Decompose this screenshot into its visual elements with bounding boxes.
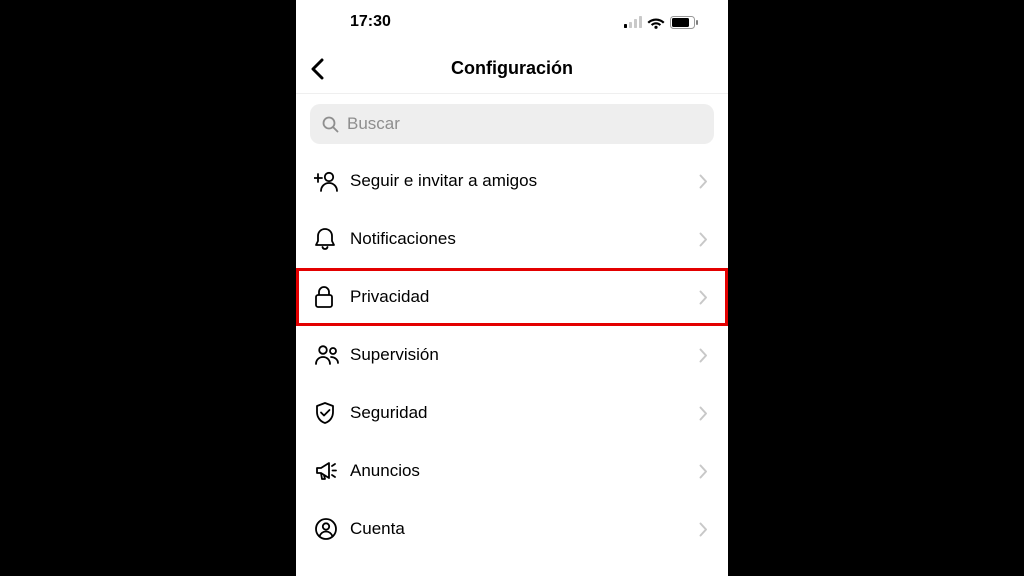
status-icons (624, 16, 698, 29)
status-time: 17:30 (350, 13, 391, 31)
shield-icon (314, 401, 350, 425)
chevron-left-icon (310, 58, 324, 80)
search-container: Buscar (296, 94, 728, 152)
battery-icon (670, 16, 698, 29)
search-placeholder: Buscar (347, 114, 400, 134)
list-item-account[interactable]: Cuenta (296, 500, 728, 558)
chevron-right-icon (699, 522, 708, 537)
list-item-label: Privacidad (350, 287, 699, 307)
megaphone-icon (314, 460, 350, 482)
list-item-label: Anuncios (350, 461, 699, 481)
search-icon (322, 116, 339, 133)
add-friend-icon (314, 170, 350, 192)
chevron-right-icon (699, 348, 708, 363)
search-input[interactable]: Buscar (310, 104, 714, 144)
list-item-notifications[interactable]: Notificaciones (296, 210, 728, 268)
account-icon (314, 517, 350, 541)
list-item-follow-invite[interactable]: Seguir e invitar a amigos (296, 152, 728, 210)
list-item-ads[interactable]: Anuncios (296, 442, 728, 500)
nav-header: Configuración (296, 44, 728, 94)
page-title: Configuración (296, 58, 728, 79)
chevron-right-icon (699, 464, 708, 479)
lock-icon (314, 285, 350, 309)
list-item-privacy[interactable]: Privacidad (296, 268, 728, 326)
phone-frame: 17:30 Confi (296, 0, 728, 576)
bell-icon (314, 227, 350, 251)
cellular-signal-icon (624, 16, 642, 28)
chevron-right-icon (699, 232, 708, 247)
list-item-supervision[interactable]: Supervisión (296, 326, 728, 384)
chevron-right-icon (699, 174, 708, 189)
settings-list: Seguir e invitar a amigos Notificaciones (296, 152, 728, 576)
list-item-label: Notificaciones (350, 229, 699, 249)
status-bar: 17:30 (296, 0, 728, 44)
back-button[interactable] (304, 52, 330, 86)
list-item-label: Seguir e invitar a amigos (350, 171, 699, 191)
chevron-right-icon (699, 406, 708, 421)
list-item-label: Cuenta (350, 519, 699, 539)
list-item-label: Supervisión (350, 345, 699, 365)
list-item-label: Seguridad (350, 403, 699, 423)
chevron-right-icon (699, 290, 708, 305)
wifi-icon (647, 16, 665, 29)
list-item-security[interactable]: Seguridad (296, 384, 728, 442)
people-icon (314, 344, 350, 366)
